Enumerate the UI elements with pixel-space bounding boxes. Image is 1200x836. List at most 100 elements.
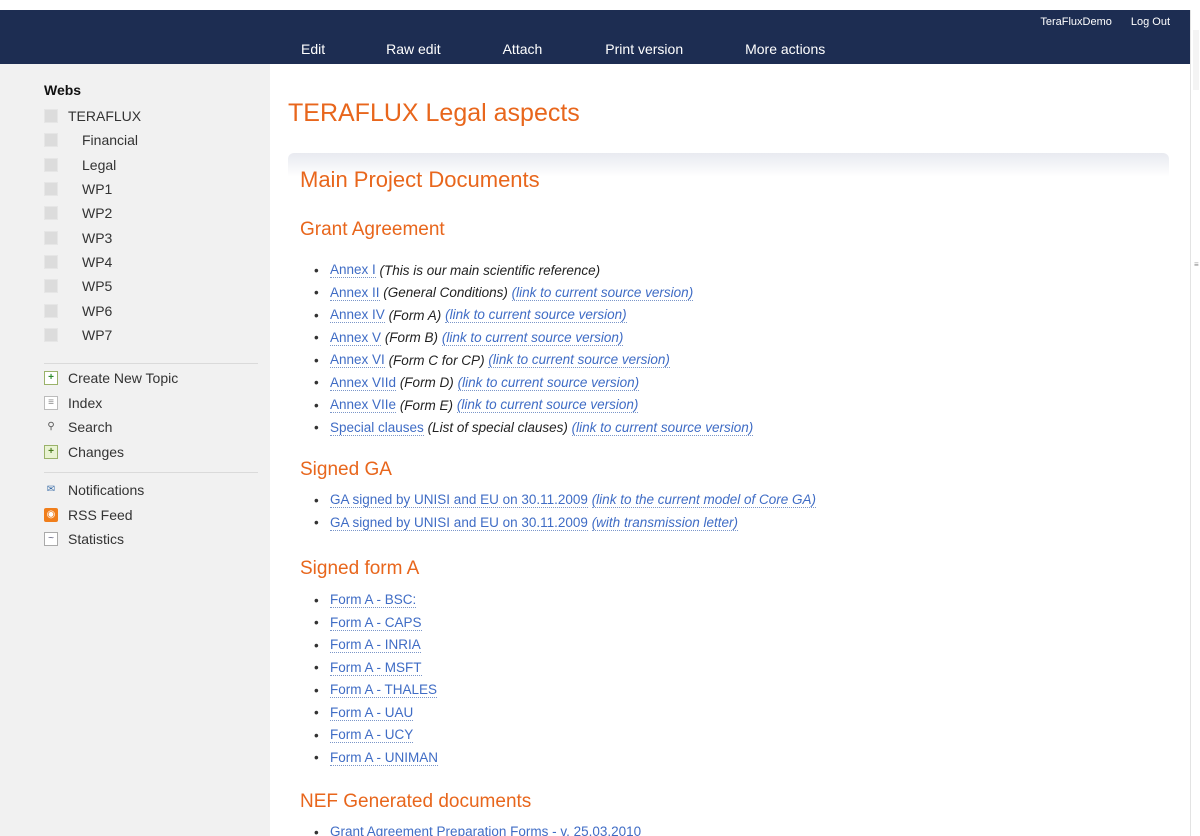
grant-agreement-heading: Grant Agreement xyxy=(300,219,445,240)
source-version-link[interactable]: (link to current source version) xyxy=(445,307,627,324)
sidebar-divider xyxy=(44,472,258,473)
source-version-link[interactable]: (link to current source version) xyxy=(488,352,670,369)
web-item-wp7[interactable]: WP7 xyxy=(44,323,141,347)
list-item: Form A - THALES xyxy=(330,679,438,702)
form-a-link[interactable]: Form A - UCY xyxy=(330,727,414,744)
form-a-link[interactable]: Form A - UNIMAN xyxy=(330,750,439,766)
annex-iv-link[interactable]: Annex IV xyxy=(330,307,385,324)
list-item: Annex V (Form B) (link to current source… xyxy=(330,327,753,350)
changes-link[interactable]: + Changes xyxy=(44,440,178,465)
web-item-teraflux[interactable]: TERAFLUX xyxy=(44,104,141,128)
form-a-link[interactable]: Form A - MSFT xyxy=(330,660,422,676)
form-a-link[interactable]: Form A - UAU xyxy=(330,705,414,721)
logout-link[interactable]: Log Out xyxy=(1131,16,1170,28)
rss-icon: ◉ xyxy=(44,507,58,522)
list-item: GA signed by UNISI and EU on 30.11.2009 … xyxy=(330,512,816,535)
list-item: GA signed by UNISI and EU on 30.11.2009 … xyxy=(330,489,817,512)
core-ga-model-link[interactable]: (link to the current model of Core GA) xyxy=(591,492,817,509)
nef-document-link[interactable]: Grant Agreement Preparation Forms - v. 2… xyxy=(330,824,641,836)
list-item: Annex VIIe (Form E) (link to current sou… xyxy=(330,394,753,417)
source-version-link[interactable]: (link to current source version) xyxy=(457,375,640,391)
web-item-wp6[interactable]: WP6 xyxy=(44,298,141,322)
web-item-financial[interactable]: Financial xyxy=(44,128,141,152)
web-box-icon xyxy=(44,157,58,172)
web-box-icon xyxy=(44,109,58,124)
top-navigation-bar: TeraFluxDemo Log Out Edit Raw edit Attac… xyxy=(0,0,1200,64)
user-link[interactable]: TeraFluxDemo xyxy=(1040,16,1112,28)
web-item-legal[interactable]: Legal xyxy=(44,153,141,177)
raw-edit-action[interactable]: Raw edit xyxy=(386,41,440,57)
index-icon: ≡ xyxy=(44,395,58,410)
create-topic-icon: + xyxy=(44,371,58,386)
list-item: Form A - BSC: xyxy=(330,589,438,612)
list-item: Form A - UAU xyxy=(330,702,438,725)
web-item-wp4[interactable]: WP4 xyxy=(44,250,141,274)
special-clauses-link[interactable]: Special clauses xyxy=(330,420,424,436)
annex-v-link[interactable]: Annex V xyxy=(330,330,382,346)
more-actions-action[interactable]: More actions xyxy=(745,41,825,57)
list-item: Form A - CAPS xyxy=(330,612,438,635)
web-box-icon xyxy=(44,133,58,148)
feed-list: ✉ Notifications ◉ RSS Feed ~ Statistics xyxy=(44,478,144,552)
statistics-link[interactable]: ~ Statistics xyxy=(44,527,144,552)
web-box-icon xyxy=(44,182,58,197)
transmission-letter-link[interactable]: (with transmission letter) xyxy=(591,515,738,531)
source-version-link[interactable]: (link to current source version) xyxy=(511,285,694,301)
list-item: Special clauses (List of special clauses… xyxy=(330,417,754,440)
changes-icon: + xyxy=(44,444,58,459)
attach-action[interactable]: Attach xyxy=(503,41,543,57)
print-version-action[interactable]: Print version xyxy=(605,41,683,57)
annex-i-link[interactable]: Annex I xyxy=(330,262,376,279)
signed-ga-list: GA signed by UNISI and EU on 30.11.2009 … xyxy=(330,489,817,535)
nef-list: Grant Agreement Preparation Forms - v. 2… xyxy=(330,821,641,836)
source-version-link[interactable]: (link to current source version) xyxy=(456,397,639,414)
vertical-scrollbar[interactable]: ≡ xyxy=(1190,10,1200,836)
annex-vi-link[interactable]: Annex VI xyxy=(330,352,385,369)
source-version-link[interactable]: (link to current source version) xyxy=(571,420,754,436)
web-item-wp2[interactable]: WP2 xyxy=(44,201,141,225)
index-link[interactable]: ≡ Index xyxy=(44,391,178,416)
source-version-link[interactable]: (link to current source version) xyxy=(441,330,624,346)
list-item: Annex I (This is our main scientific ref… xyxy=(330,259,753,282)
notifications-link[interactable]: ✉ Notifications xyxy=(44,478,144,503)
notifications-icon: ✉ xyxy=(46,484,56,496)
list-item: Annex VIId (Form D) (link to current sou… xyxy=(330,372,753,395)
sidebar: Webs TERAFLUX Financial Legal WP1 WP2 WP… xyxy=(0,64,270,836)
form-a-link[interactable]: Form A - BSC: xyxy=(330,592,417,609)
annex-viid-link[interactable]: Annex VIId xyxy=(330,375,397,391)
annex-viie-link[interactable]: Annex VIIe xyxy=(330,397,397,414)
annex-ii-link[interactable]: Annex II xyxy=(330,285,380,301)
web-item-wp3[interactable]: WP3 xyxy=(44,225,141,249)
page-title: TERAFLUX Legal aspects xyxy=(288,99,580,127)
list-item: Form A - INRIA xyxy=(330,634,438,657)
sidebar-divider xyxy=(44,363,258,364)
signed-ga-link[interactable]: GA signed by UNISI and EU on 30.11.2009 xyxy=(330,492,588,509)
web-box-icon xyxy=(44,303,58,318)
list-item: Annex VI (Form C for CP) (link to curren… xyxy=(330,349,753,372)
web-box-icon xyxy=(44,279,58,294)
signed-ga-link[interactable]: GA signed by UNISI and EU on 30.11.2009 xyxy=(330,515,588,531)
form-a-link[interactable]: Form A - THALES xyxy=(330,682,438,699)
main-content: TERAFLUX Legal aspects Main Project Docu… xyxy=(270,64,1190,836)
search-link[interactable]: ⚲ Search xyxy=(44,415,178,440)
scrollbar-grip-icon: ≡ xyxy=(1194,260,1199,269)
form-a-link[interactable]: Form A - CAPS xyxy=(330,615,422,631)
tool-list: + Create New Topic ≡ Index ⚲ Search + Change… xyxy=(44,366,178,464)
search-icon: ⚲ xyxy=(47,421,55,433)
form-a-link[interactable]: Form A - INRIA xyxy=(330,637,421,654)
list-item: Annex IV (Form A) (link to current sourc… xyxy=(330,304,753,327)
signed-ga-heading: Signed GA xyxy=(300,459,392,480)
webs-title: Webs xyxy=(44,82,82,98)
rss-feed-link[interactable]: ◉ RSS Feed xyxy=(44,503,144,528)
grant-agreement-list: Annex I (This is our main scientific ref… xyxy=(330,259,754,440)
web-box-icon xyxy=(44,254,58,269)
edit-action[interactable]: Edit xyxy=(301,41,325,57)
statistics-icon: ~ xyxy=(44,532,58,547)
scrollbar-thumb[interactable] xyxy=(1193,30,1199,90)
web-box-icon xyxy=(44,206,58,221)
web-item-wp1[interactable]: WP1 xyxy=(44,177,141,201)
web-box-icon xyxy=(44,327,58,342)
create-new-topic-link[interactable]: + Create New Topic xyxy=(44,366,178,391)
list-item: Form A - MSFT xyxy=(330,657,438,680)
web-item-wp5[interactable]: WP5 xyxy=(44,274,141,298)
